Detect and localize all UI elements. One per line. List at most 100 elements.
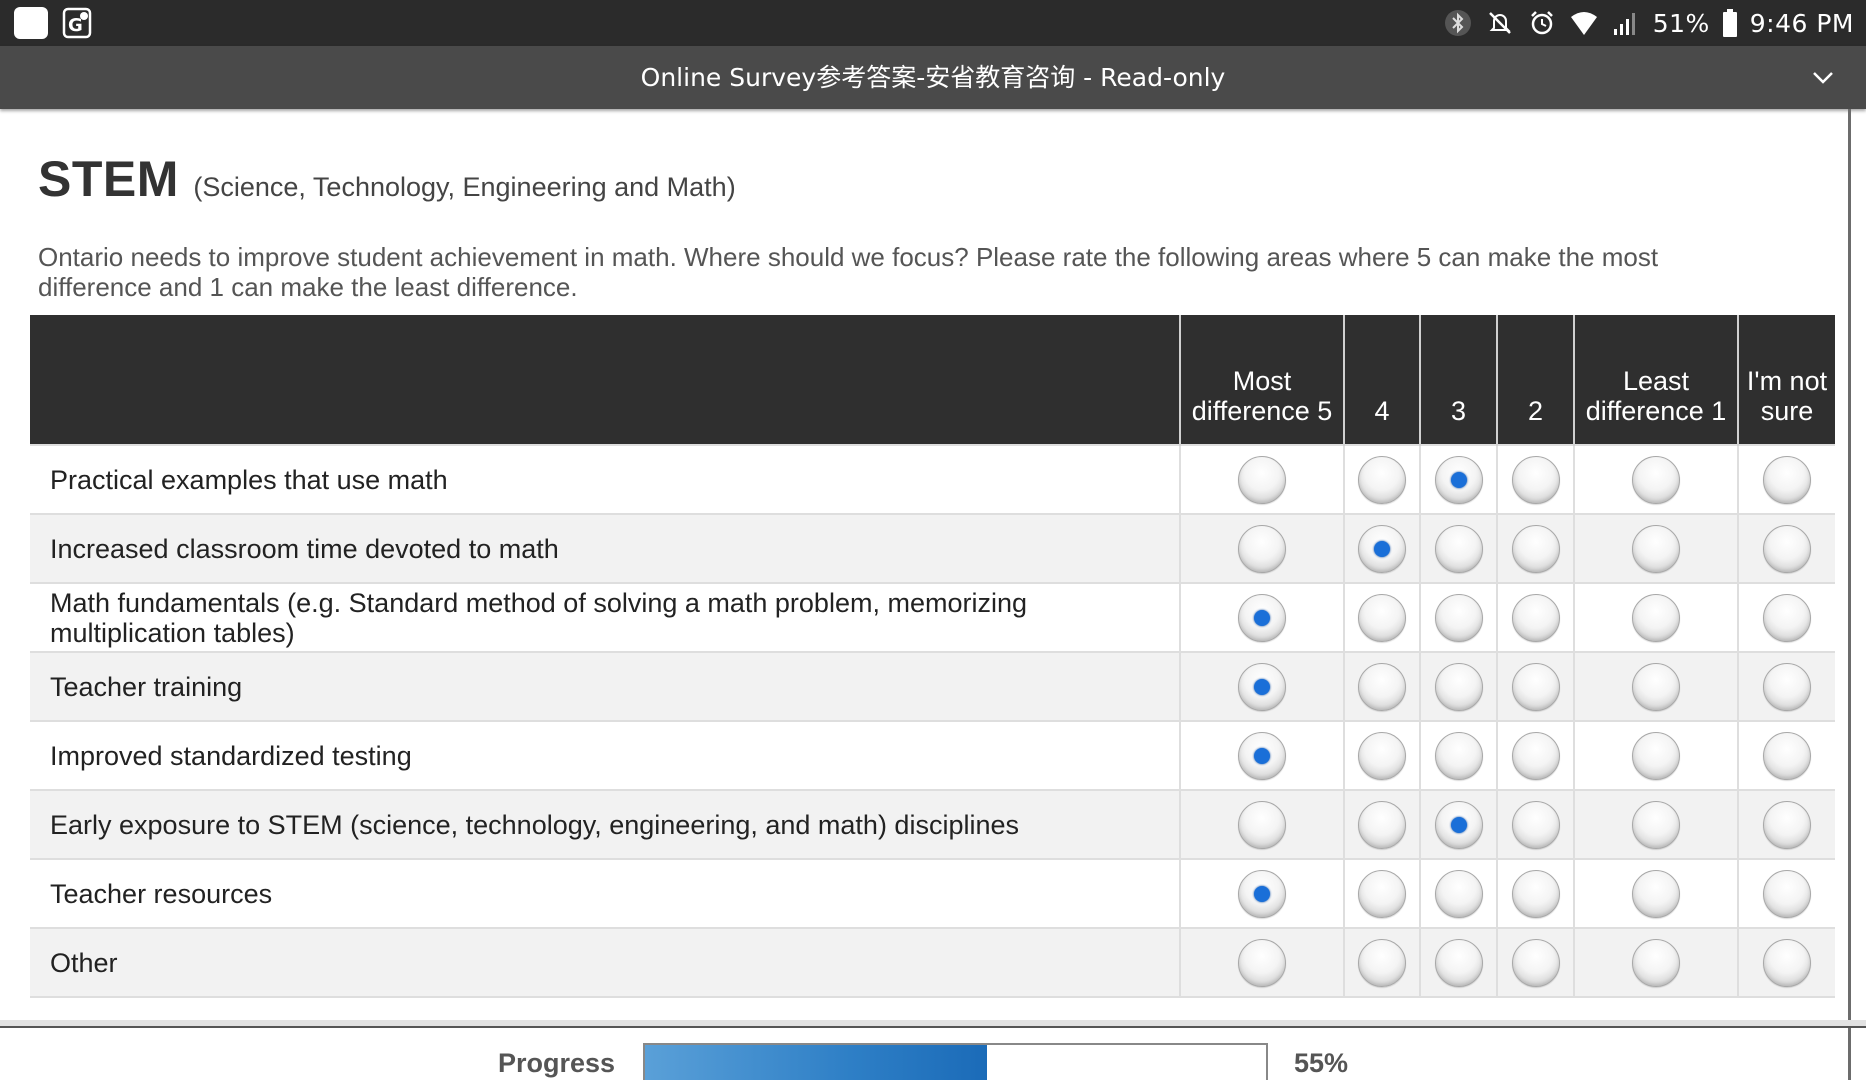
progress-bar-fill: [645, 1045, 987, 1080]
radio-cell: [1343, 651, 1420, 721]
radio-button-1[interactable]: [1632, 731, 1680, 780]
radio-button-2[interactable]: [1511, 800, 1560, 849]
document-title: Online Survey参考答案-安省教育咨询 - Read-only: [640, 63, 1226, 92]
page-edge-footer: [1848, 1028, 1851, 1080]
column-header-2: 2: [1496, 315, 1574, 445]
radio-button-3[interactable]: [1434, 731, 1483, 780]
radio-cell: [1496, 789, 1574, 859]
row-label: Increased classroom time devoted to math: [30, 513, 1180, 583]
column-header-3: 3: [1419, 315, 1497, 445]
row-label: Practical examples that use math: [30, 444, 1180, 514]
radio-cell: [1343, 513, 1420, 583]
radio-button-2[interactable]: [1511, 938, 1560, 987]
radio-cell: [1573, 651, 1738, 721]
radio-button-5[interactable]: [1238, 938, 1286, 987]
radio-cell: [1496, 513, 1574, 583]
matrix-row: Early exposure to STEM (science, technol…: [30, 789, 1835, 859]
radio-button-4[interactable]: [1358, 593, 1406, 642]
radio-cell: [1343, 444, 1420, 514]
section-subtitle: (Science, Technology, Engineering and Ma…: [193, 172, 736, 202]
radio-button-not-sure[interactable]: [1763, 938, 1811, 987]
radio-button-3[interactable]: [1434, 800, 1483, 849]
radio-button-3[interactable]: [1434, 524, 1483, 573]
row-label: Early exposure to STEM (science, technol…: [30, 789, 1180, 859]
radio-cell: [1419, 720, 1497, 790]
radio-cell: [1573, 858, 1738, 928]
radio-button-1[interactable]: [1632, 800, 1680, 849]
mute-icon: [1485, 8, 1515, 38]
radio-button-3[interactable]: [1434, 455, 1483, 504]
page-edge: [1848, 109, 1851, 1029]
radio-button-not-sure[interactable]: [1763, 524, 1811, 573]
radio-button-not-sure[interactable]: [1763, 869, 1811, 918]
row-label: Math fundamentals (e.g. Standard method …: [30, 582, 1180, 652]
radio-button-1[interactable]: [1632, 869, 1680, 918]
radio-button-3[interactable]: [1434, 593, 1483, 642]
radio-button-not-sure[interactable]: [1763, 731, 1811, 780]
radio-cell: [1496, 582, 1574, 652]
radio-cell: [1737, 858, 1835, 928]
radio-cell: [1343, 927, 1420, 998]
radio-button-4[interactable]: [1358, 800, 1406, 849]
radio-button-3[interactable]: [1434, 662, 1483, 711]
radio-button-5[interactable]: [1238, 524, 1286, 573]
radio-button-not-sure[interactable]: [1763, 800, 1811, 849]
progress-bar: [643, 1043, 1268, 1080]
wifi-icon: [1569, 8, 1599, 38]
progress-percent: 55%: [1294, 1048, 1349, 1078]
document-title-bar: Online Survey参考答案-安省教育咨询 - Read-only: [0, 46, 1866, 109]
radio-button-3[interactable]: [1434, 938, 1483, 987]
signal-icon: [1611, 8, 1641, 38]
radio-button-2[interactable]: [1511, 593, 1560, 642]
radio-cell: [1737, 789, 1835, 859]
matrix-header-corner: [30, 315, 1180, 445]
radio-button-not-sure[interactable]: [1763, 662, 1811, 711]
radio-cell: [1737, 444, 1835, 514]
radio-cell: [1573, 444, 1738, 514]
row-label: Other: [30, 927, 1180, 998]
radio-button-2[interactable]: [1511, 731, 1560, 780]
radio-button-2[interactable]: [1511, 662, 1560, 711]
radio-cell: [1496, 720, 1574, 790]
radio-button-4[interactable]: [1358, 455, 1406, 504]
radio-cell: [1419, 651, 1497, 721]
radio-button-3[interactable]: [1434, 869, 1483, 918]
radio-button-not-sure[interactable]: [1763, 593, 1811, 642]
matrix-row: Increased classroom time devoted to math: [30, 513, 1835, 583]
radio-button-4[interactable]: [1358, 662, 1406, 711]
radio-cell: [1179, 927, 1344, 998]
radio-cell: [1737, 651, 1835, 721]
radio-button-5[interactable]: [1238, 869, 1286, 918]
radio-button-4[interactable]: [1358, 869, 1406, 918]
radio-button-5[interactable]: [1238, 731, 1286, 780]
radio-button-5[interactable]: [1238, 662, 1286, 711]
clock: 9:46 PM: [1749, 8, 1854, 38]
radio-cell: [1179, 651, 1344, 721]
radio-cell: [1179, 720, 1344, 790]
radio-cell: [1573, 789, 1738, 859]
radio-button-1[interactable]: [1632, 662, 1680, 711]
radio-button-4[interactable]: [1358, 524, 1406, 573]
radio-button-4[interactable]: [1358, 731, 1406, 780]
radio-cell: [1496, 444, 1574, 514]
radio-button-1[interactable]: [1632, 524, 1680, 573]
radio-cell: [1419, 513, 1497, 583]
radio-button-5[interactable]: [1238, 455, 1286, 504]
radio-button-2[interactable]: [1511, 524, 1560, 573]
radio-button-5[interactable]: [1238, 593, 1286, 642]
radio-button-5[interactable]: [1238, 800, 1286, 849]
radio-cell: [1419, 444, 1497, 514]
radio-button-1[interactable]: [1632, 455, 1680, 504]
radio-cell: [1343, 582, 1420, 652]
radio-cell: [1573, 927, 1738, 998]
radio-cell: [1496, 651, 1574, 721]
radio-button-2[interactable]: [1511, 869, 1560, 918]
radio-button-1[interactable]: [1632, 593, 1680, 642]
chevron-down-icon[interactable]: [1808, 63, 1838, 93]
radio-button-1[interactable]: [1632, 938, 1680, 987]
radio-cell: [1737, 513, 1835, 583]
radio-button-2[interactable]: [1511, 455, 1560, 504]
radio-button-not-sure[interactable]: [1763, 455, 1811, 504]
radio-button-4[interactable]: [1358, 938, 1406, 987]
status-bar: G 51% 9:46 PM: [0, 0, 1866, 46]
